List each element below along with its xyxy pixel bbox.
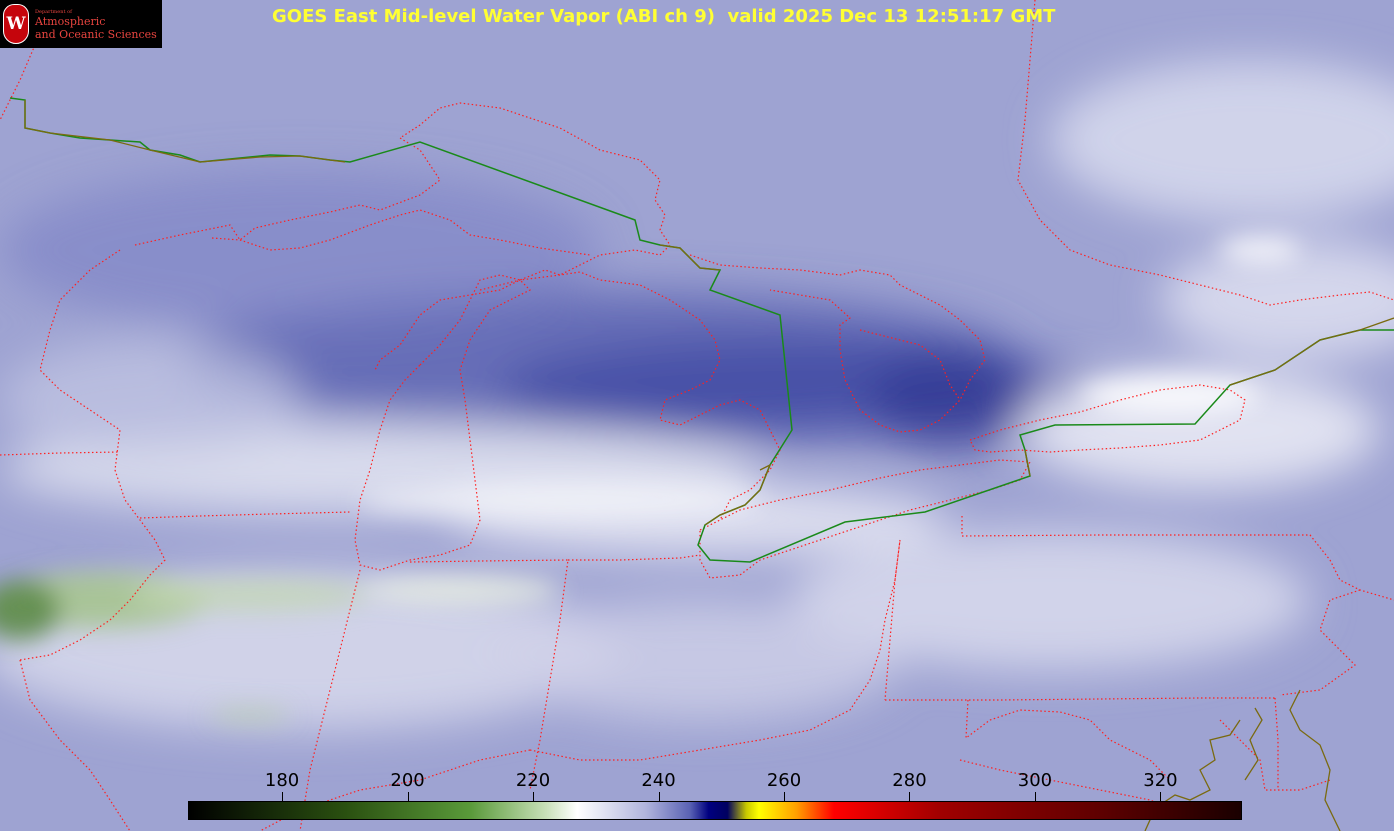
colorbar-tick <box>1034 792 1036 801</box>
logo-line-1: Atmospheric <box>35 15 106 28</box>
colorbar-tick <box>909 792 911 801</box>
colorbar-tick-label: 300 <box>1017 770 1053 791</box>
colorbar-tick <box>407 792 409 801</box>
colorbar-tick <box>282 792 284 801</box>
water-vapor-map <box>0 0 1394 831</box>
uw-aos-logo: W Department of Atmospheric and Oceanic … <box>0 0 162 48</box>
colorbar-tick <box>658 792 660 801</box>
crest-letter: W <box>6 14 26 34</box>
colorbar-tick <box>784 792 785 801</box>
map-title: GOES East Mid-level Water Vapor (ABI ch … <box>272 6 1056 27</box>
colorbar-tick-label: 240 <box>641 770 676 791</box>
colorbar-tick-label: 180 <box>264 770 300 791</box>
colorbar-tick-label: 220 <box>515 770 551 791</box>
colorbar-tick <box>533 792 535 801</box>
colorbar-tick-label: 280 <box>892 770 927 791</box>
colorbar-tick-label: 200 <box>390 770 425 791</box>
water-vapor-imagery <box>0 0 1394 831</box>
uw-crest-icon: W <box>3 4 29 44</box>
colorbar <box>188 801 1242 820</box>
colorbar-tick-label: 260 <box>766 770 802 791</box>
logo-line-2: and Oceanic Sciences <box>35 28 157 41</box>
colorbar-tick <box>1160 792 1162 801</box>
colorbar-tick-label: 320 <box>1143 770 1178 791</box>
